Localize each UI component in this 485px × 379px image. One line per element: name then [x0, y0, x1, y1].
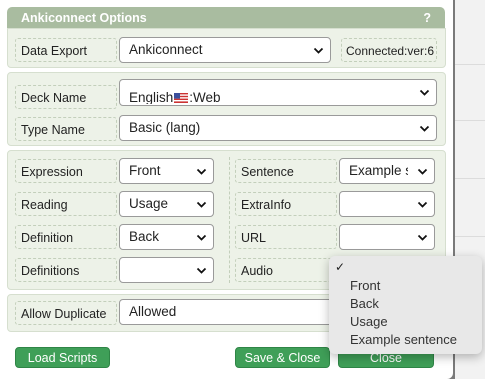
connection-status: Connected:ver:6	[341, 38, 437, 62]
chevron-down-icon	[313, 47, 324, 54]
definition-label: Definition	[15, 225, 117, 249]
audio-option-empty[interactable]	[350, 258, 470, 276]
expression-label: Expression	[15, 159, 117, 183]
background-divider	[455, 64, 485, 65]
chevron-down-icon	[196, 201, 207, 208]
url-select[interactable]	[339, 224, 435, 250]
extrainfo-select[interactable]	[339, 191, 435, 217]
dialog-title: Ankiconnect Options	[21, 11, 147, 25]
chevron-down-icon	[417, 168, 428, 175]
type-name-value: Basic (lang)	[129, 120, 201, 135]
reading-value: Usage	[129, 196, 169, 211]
deck-type-section: Deck Name English:Web Type Name Basic (l…	[7, 72, 446, 146]
url-label: URL	[235, 225, 337, 249]
definition-value: Back	[129, 229, 160, 244]
column-divider	[229, 157, 230, 283]
background-divider	[455, 178, 485, 179]
data-export-section: Data Export Ankiconnect Connected:ver:6	[7, 28, 446, 68]
chevron-down-icon	[419, 89, 430, 96]
sentence-label: Sentence	[235, 159, 337, 183]
audio-option-front[interactable]: Front	[350, 277, 380, 295]
type-name-select[interactable]: Basic (lang)	[119, 115, 437, 141]
type-name-label: Type Name	[15, 117, 117, 141]
reading-label: Reading	[15, 192, 117, 216]
allow-duplicate-label: Allow Duplicate	[15, 301, 117, 325]
audio-option-back[interactable]: Back	[350, 295, 379, 313]
sentence-select[interactable]: Example sentence	[339, 158, 435, 184]
data-export-label: Data Export	[15, 38, 117, 62]
dialog-title-bar: Ankiconnect Options ?	[7, 7, 445, 28]
reading-select[interactable]: Usage	[119, 191, 214, 217]
expression-select[interactable]: Front	[119, 158, 214, 184]
help-icon[interactable]: ?	[423, 11, 431, 25]
load-scripts-button[interactable]: Load Scripts	[15, 347, 110, 368]
chevron-down-icon	[419, 125, 430, 132]
background-divider	[455, 120, 485, 121]
save-close-button[interactable]: Save & Close	[235, 347, 330, 368]
extrainfo-label: ExtraInfo	[235, 192, 337, 216]
definitions-select[interactable]	[119, 257, 214, 283]
expression-value: Front	[129, 163, 161, 178]
checkmark-icon: ✓	[335, 260, 346, 274]
chevron-down-icon	[196, 234, 207, 241]
us-flag-icon	[174, 93, 189, 103]
deck-name-select[interactable]: English:Web	[119, 79, 437, 106]
data-export-select[interactable]: Ankiconnect	[119, 37, 331, 63]
definitions-label: Definitions	[15, 258, 117, 282]
definition-select[interactable]: Back	[119, 224, 214, 250]
audio-option-usage[interactable]: Usage	[350, 313, 388, 331]
audio-option-example-sentence[interactable]: Example sentence	[350, 331, 457, 349]
chevron-down-icon	[417, 201, 428, 208]
allow-duplicate-value: Allowed	[129, 304, 177, 319]
deck-name-value: English:Web	[129, 90, 221, 104]
sentence-value: Example sentence	[349, 163, 408, 178]
data-export-value: Ankiconnect	[129, 42, 203, 57]
deck-name-label: Deck Name	[15, 85, 117, 109]
audio-label: Audio	[235, 258, 337, 282]
chevron-down-icon	[196, 168, 207, 175]
chevron-down-icon	[196, 267, 207, 274]
background-divider	[455, 236, 485, 237]
audio-dropdown-menu: ✓ Front Back Usage Example sentence	[329, 256, 482, 354]
chevron-down-icon	[417, 234, 428, 241]
